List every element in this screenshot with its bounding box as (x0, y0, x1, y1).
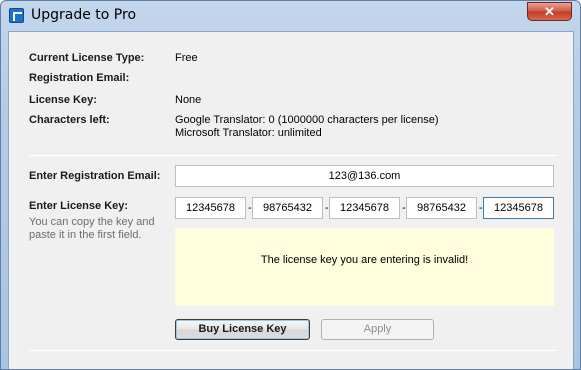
license-key-label: License Key: (29, 94, 97, 106)
registration-email-label: Registration Email: (29, 72, 130, 84)
email-field[interactable]: 123@136.com (175, 165, 554, 187)
validation-message-box: The license key you are entering is inva… (175, 228, 554, 306)
license-key-field-5[interactable]: 12345678 (483, 197, 554, 219)
close-button[interactable]: ✕ (527, 2, 572, 21)
enter-license-key-label: Enter License Key: (29, 200, 129, 212)
google-translator-quota: Google Translator: 0 (1000000 characters… (175, 114, 439, 126)
license-key-hint: You can copy the key and paste it in the… (29, 216, 155, 241)
characters-left-label: Characters left: (29, 114, 110, 126)
license-key-field-3[interactable]: 12345678 (329, 197, 400, 219)
enter-email-label: Enter Registration Email: (29, 170, 161, 182)
apply-button[interactable]: Apply (321, 319, 434, 340)
license-key-field-2[interactable]: 98765432 (252, 197, 323, 219)
license-type-label: Current License Type: (29, 52, 145, 64)
microsoft-translator-quota: Microsoft Translator: unlimited (175, 127, 322, 139)
validation-message: The license key you are entering is inva… (260, 254, 469, 266)
title-bar[interactable]: Upgrade to Pro ✕ (1, 1, 580, 31)
bottom-divider (29, 350, 557, 351)
license-key-field-1[interactable]: 12345678 (175, 197, 246, 219)
buy-license-key-button[interactable]: Buy License Key (175, 319, 310, 340)
window-title: Upgrade to Pro (31, 7, 137, 23)
upgrade-dialog: Upgrade to Pro ✕ Current License Type: F… (0, 0, 581, 370)
close-icon: ✕ (544, 4, 555, 19)
license-key-field-4[interactable]: 98765432 (406, 197, 477, 219)
license-type-value: Free (175, 52, 198, 64)
dialog-body: Current License Type: Free Registration … (8, 31, 574, 369)
section-divider (29, 155, 557, 156)
license-key-value: None (175, 94, 202, 106)
app-icon (9, 8, 24, 23)
